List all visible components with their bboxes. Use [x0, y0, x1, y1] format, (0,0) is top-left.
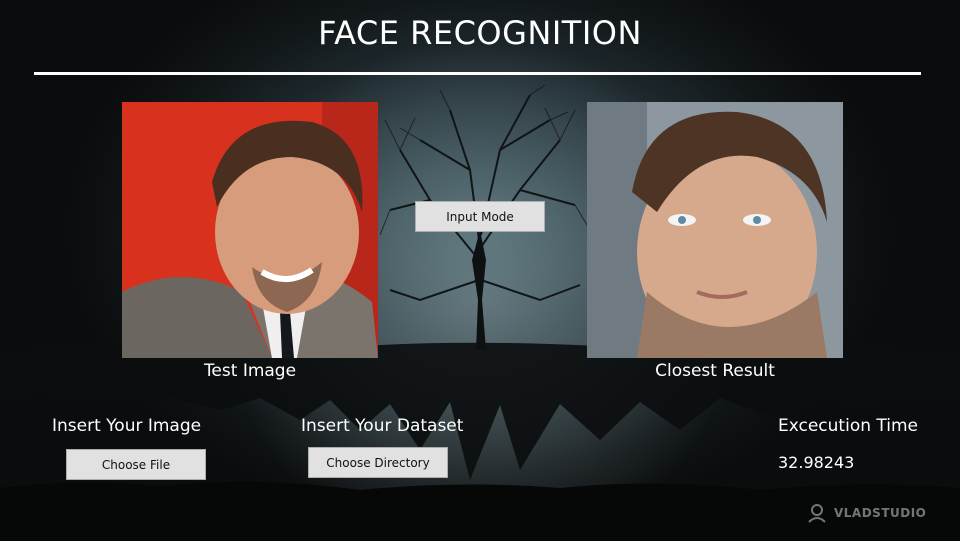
vladstudio-logo-text: VLADSTUDIO — [834, 506, 927, 520]
choose-file-button[interactable]: Choose File — [66, 449, 206, 480]
execution-time-value: 32.98243 — [778, 453, 855, 472]
insert-dataset-label: Insert Your Dataset — [301, 416, 464, 436]
title-divider — [34, 72, 921, 75]
insert-image-label: Insert Your Image — [52, 416, 202, 436]
execution-time-label: Excecution Time — [778, 416, 919, 436]
app-title: FACE RECOGNITION — [318, 14, 642, 52]
closest-result-caption: Closest Result — [655, 361, 775, 381]
vladstudio-logo: VLADSTUDIO — [806, 502, 926, 524]
vladstudio-logo-icon — [808, 504, 826, 523]
test-image — [122, 102, 378, 358]
choose-directory-button[interactable]: Choose Directory — [308, 447, 448, 478]
input-mode-button[interactable]: Input Mode — [415, 201, 545, 232]
test-image-caption: Test Image — [203, 361, 297, 381]
closest-result-image — [587, 102, 843, 358]
